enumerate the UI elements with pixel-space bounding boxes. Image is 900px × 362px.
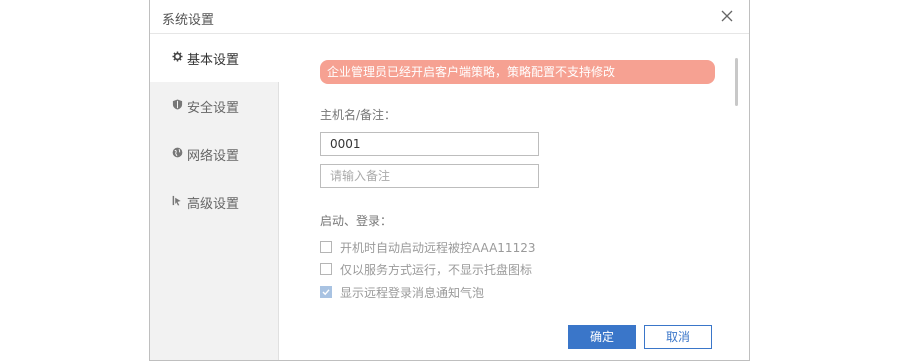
startup-section-label: 启动、登录： <box>320 214 393 228</box>
checkbox-checked[interactable] <box>320 286 332 298</box>
checkbox[interactable] <box>320 263 332 275</box>
close-icon[interactable] <box>719 8 735 24</box>
sidebar-item-security-settings[interactable]: 安全设置 <box>150 82 279 130</box>
settings-content: 企业管理员已经开启客户端策略，策略配置不支持修改 主机名/备注： 启动、登录： … <box>280 34 750 360</box>
globe-icon <box>172 147 183 158</box>
scrollbar-thumb[interactable] <box>735 58 738 106</box>
hostname-section-label: 主机名/备注： <box>320 108 397 122</box>
settings-dialog: 系统设置 基本设置 安全设置 网络设置 高级设置 企业管理员已经开启客户端策略，… <box>149 0 750 361</box>
option-label: 显示远程登录消息通知气泡 <box>340 286 485 300</box>
option-label: 开机时自动启动远程被控AAA11123 <box>340 241 536 255</box>
option-label: 仅以服务方式运行，不显示托盘图标 <box>340 263 533 277</box>
sidebar-item-basic-settings[interactable]: 基本设置 <box>150 34 279 82</box>
shield-icon <box>172 99 183 110</box>
checkbox[interactable] <box>320 241 332 253</box>
sidebar-item-network-settings[interactable]: 网络设置 <box>150 130 279 178</box>
sidebar-item-label: 基本设置 <box>187 53 240 68</box>
sidebar-item-advanced-settings[interactable]: 高级设置 <box>150 178 279 226</box>
check-icon <box>322 289 330 296</box>
cancel-button[interactable]: 取消 <box>644 325 712 349</box>
advanced-icon <box>172 195 183 206</box>
sidebar: 基本设置 安全设置 网络设置 高级设置 <box>150 34 279 360</box>
note-input[interactable] <box>320 164 539 188</box>
hostname-input[interactable] <box>320 132 539 156</box>
sidebar-item-label: 安全设置 <box>187 101 240 116</box>
ok-button[interactable]: 确定 <box>568 325 636 349</box>
window-title: 系统设置 <box>162 13 215 28</box>
sidebar-item-label: 高级设置 <box>187 197 240 212</box>
title-bar: 系统设置 <box>150 0 749 34</box>
policy-warning-banner: 企业管理员已经开启客户端策略，策略配置不支持修改 <box>320 60 715 84</box>
gear-icon <box>172 51 183 62</box>
sidebar-item-label: 网络设置 <box>187 149 240 164</box>
